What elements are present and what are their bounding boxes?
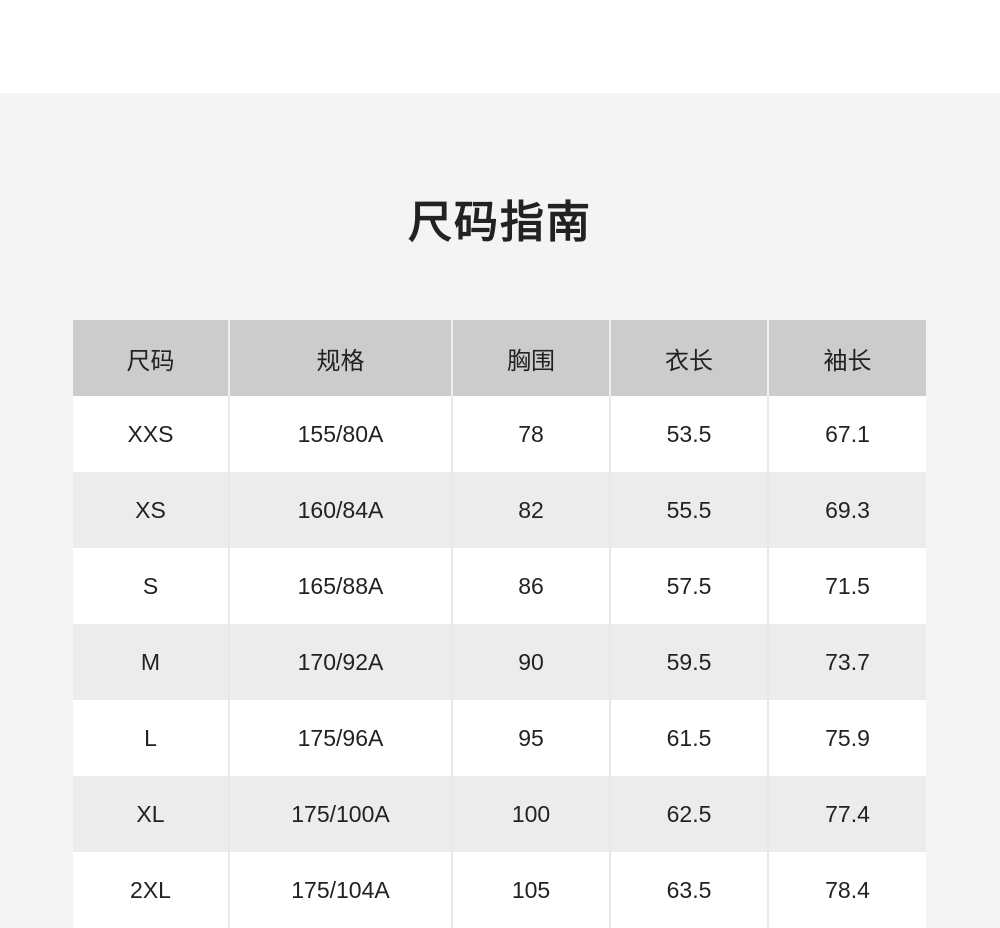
cell-spec: 175/100A	[229, 776, 453, 852]
cell-sleeve: 73.7	[768, 624, 926, 700]
cell-chest: 100	[452, 776, 611, 852]
cell-sleeve: 77.4	[768, 776, 926, 852]
cell-sleeve: 67.1	[768, 396, 926, 472]
column-header-length: 衣长	[610, 320, 769, 396]
cell-length: 59.5	[610, 624, 769, 700]
cell-size: XXS	[73, 396, 230, 472]
cell-length: 55.5	[610, 472, 769, 548]
cell-spec: 155/80A	[229, 396, 453, 472]
cell-size: 2XL	[73, 852, 230, 928]
cell-chest: 86	[452, 548, 611, 624]
cell-chest: 90	[452, 624, 611, 700]
table-row: M 170/92A 90 59.5 73.7	[73, 624, 926, 700]
cell-size: M	[73, 624, 230, 700]
cell-sleeve: 78.4	[768, 852, 926, 928]
cell-chest: 105	[452, 852, 611, 928]
column-header-chest: 胸围	[452, 320, 611, 396]
cell-chest: 78	[452, 396, 611, 472]
cell-chest: 82	[452, 472, 611, 548]
column-header-size: 尺码	[73, 320, 230, 396]
cell-size: XS	[73, 472, 230, 548]
cell-sleeve: 71.5	[768, 548, 926, 624]
cell-chest: 95	[452, 700, 611, 776]
cell-length: 57.5	[610, 548, 769, 624]
column-header-sleeve: 袖长	[768, 320, 926, 396]
cell-length: 53.5	[610, 396, 769, 472]
cell-size: S	[73, 548, 230, 624]
cell-length: 62.5	[610, 776, 769, 852]
cell-spec: 165/88A	[229, 548, 453, 624]
cell-sleeve: 69.3	[768, 472, 926, 548]
table-row: XS 160/84A 82 55.5 69.3	[73, 472, 926, 548]
cell-spec: 175/104A	[229, 852, 453, 928]
table-row: 2XL 175/104A 105 63.5 78.4	[73, 852, 926, 928]
table-row: S 165/88A 86 57.5 71.5	[73, 548, 926, 624]
column-header-spec: 规格	[229, 320, 453, 396]
size-table: 尺码 规格 胸围 衣长 袖长 XXS 155/80A 78 53.5 67.1 …	[73, 320, 926, 928]
cell-length: 63.5	[610, 852, 769, 928]
table-row: XL 175/100A 100 62.5 77.4	[73, 776, 926, 852]
table-header-row: 尺码 规格 胸围 衣长 袖长	[73, 320, 926, 396]
top-band	[0, 0, 1000, 93]
cell-spec: 175/96A	[229, 700, 453, 776]
cell-sleeve: 75.9	[768, 700, 926, 776]
cell-size: XL	[73, 776, 230, 852]
table-row: XXS 155/80A 78 53.5 67.1	[73, 396, 926, 472]
page-title: 尺码指南	[408, 197, 592, 248]
cell-length: 61.5	[610, 700, 769, 776]
cell-spec: 160/84A	[229, 472, 453, 548]
cell-spec: 170/92A	[229, 624, 453, 700]
cell-size: L	[73, 700, 230, 776]
table-row: L 175/96A 95 61.5 75.9	[73, 700, 926, 776]
